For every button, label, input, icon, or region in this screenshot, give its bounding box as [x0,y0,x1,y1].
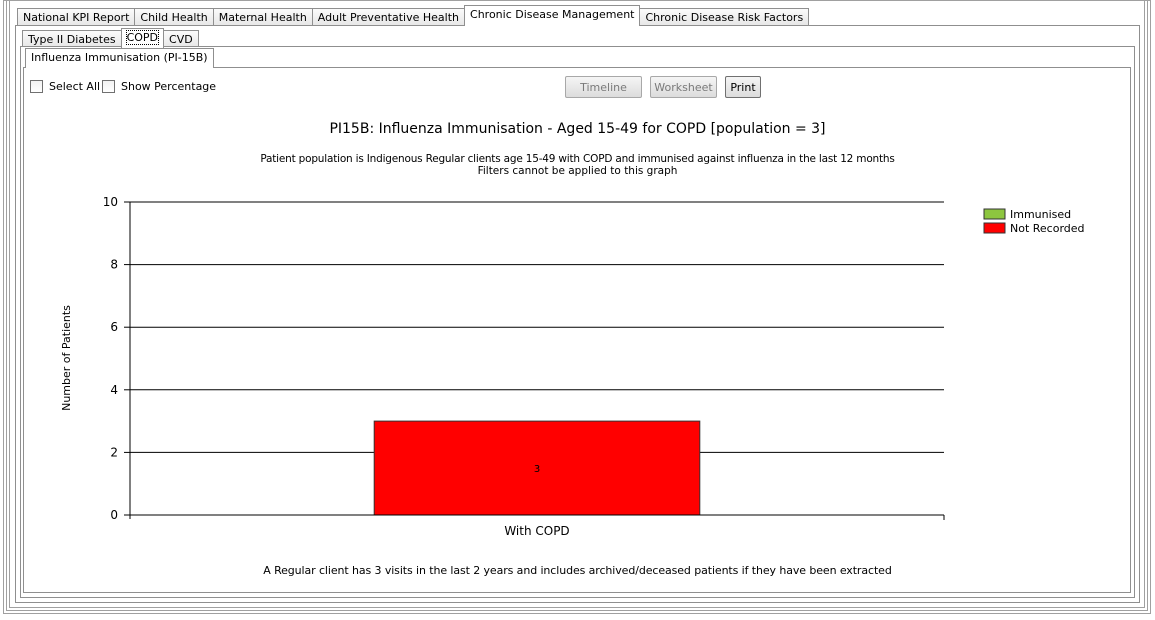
select-all-label: Select All [49,80,101,93]
show-percentage-label: Show Percentage [121,80,217,93]
select-all-checkbox[interactable] [30,80,43,93]
show-percentage-checkbox[interactable] [102,80,115,93]
sub-tab-strip: Type II Diabetes COPD CVD [22,28,199,48]
top-tab-strip: National KPI Report Child Health Materna… [17,5,810,26]
chart-filter-note: Filters cannot be applied to this graph [477,165,678,177]
indicator-panel [23,67,1131,593]
print-button[interactable]: Print [725,76,761,98]
chart-title: PI15B: Influenza Immunisation - Aged 15-… [329,121,826,137]
tab-copd-label: COPD [125,30,160,45]
chart-footnote: A Regular client has 3 visits in the las… [263,564,892,577]
timeline-button[interactable]: Timeline [565,76,642,98]
tab-influenza-immunisation[interactable]: Influenza Immunisation (PI-15B) [25,48,214,68]
tab-chronic-disease-management[interactable]: Chronic Disease Management [464,5,641,26]
worksheet-button[interactable]: Worksheet [650,76,717,98]
select-all-option[interactable]: Select All [30,80,100,93]
chart-subtitle: Patient population is Indigenous Regular… [260,153,895,165]
tab-chronic-disease-risk-factors[interactable]: Chronic Disease Risk Factors [639,8,810,26]
tab-child-health[interactable]: Child Health [134,8,214,26]
tab-copd[interactable]: COPD [120,28,165,48]
tab-national-kpi-report[interactable]: National KPI Report [17,8,136,26]
tab-adult-preventative-health[interactable]: Adult Preventative Health [311,8,466,26]
tab-maternal-health[interactable]: Maternal Health [212,8,313,26]
indicator-tab-strip: Influenza Immunisation (PI-15B) [25,48,214,68]
show-percentage-option[interactable]: Show Percentage [102,80,216,93]
